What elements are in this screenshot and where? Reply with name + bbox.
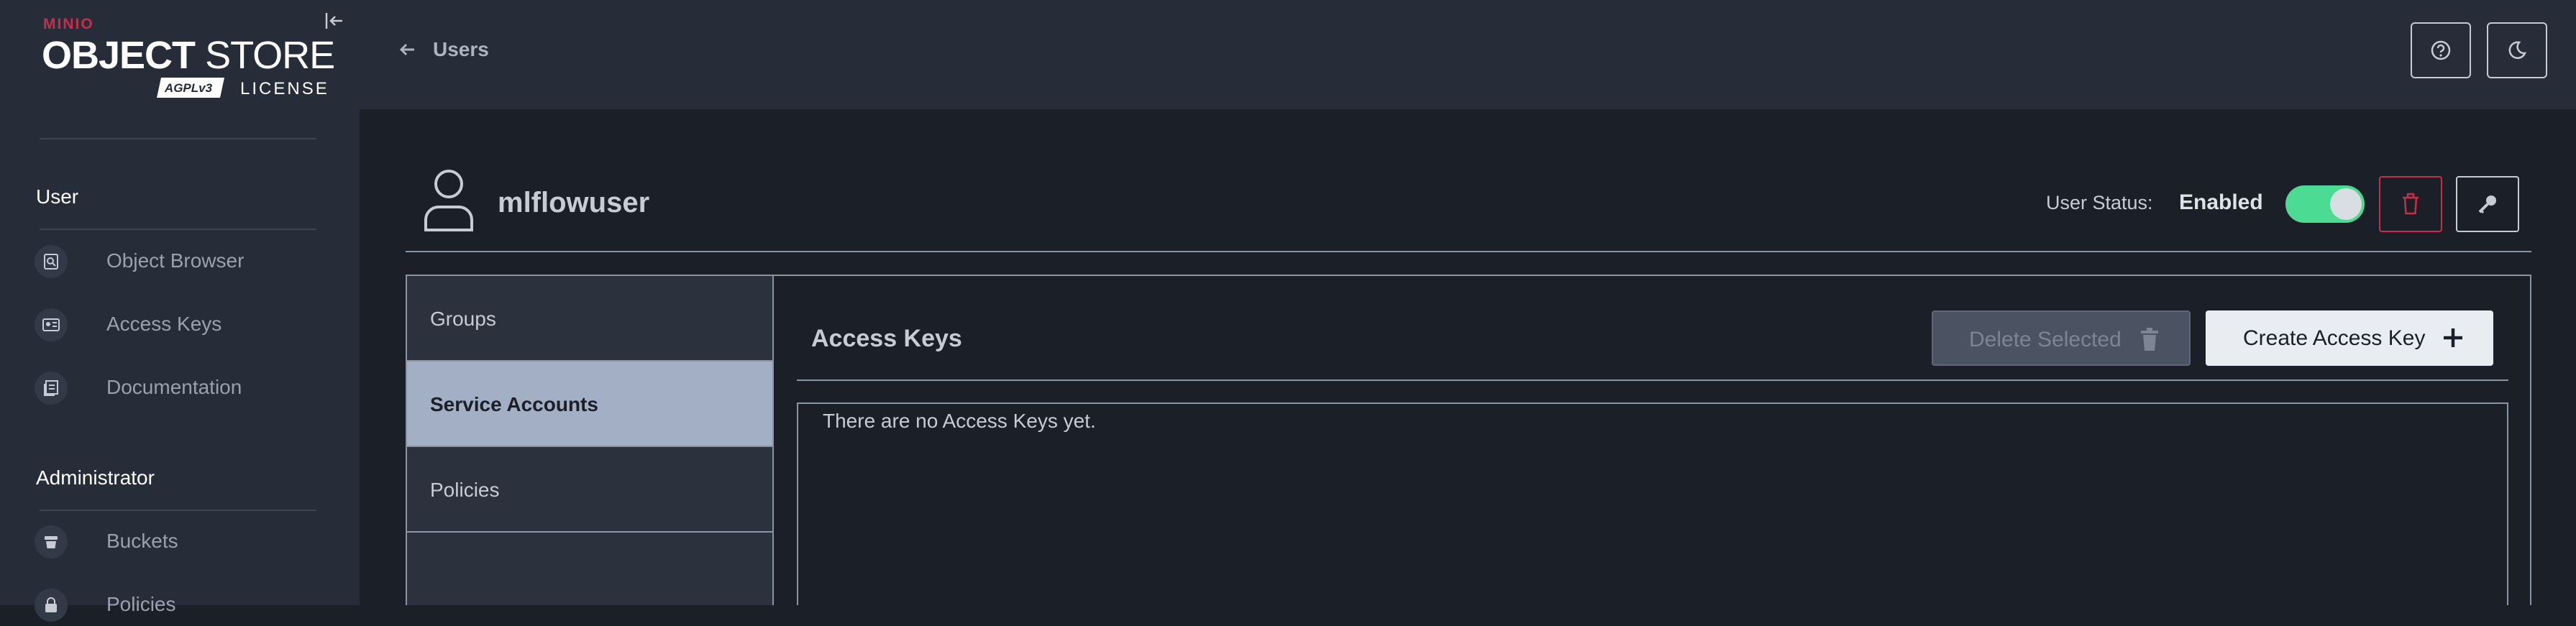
create-access-key-button[interactable]: Create Access Key xyxy=(2206,310,2493,366)
sidebar-item-buckets[interactable]: Buckets xyxy=(35,520,337,563)
tab-label: Policies xyxy=(430,479,500,501)
sidebar-item-policies[interactable]: Policies xyxy=(35,583,337,626)
user-status-value: Enabled xyxy=(2179,190,2263,214)
access-keys-icon xyxy=(35,308,68,341)
buckets-icon xyxy=(35,525,68,558)
object-browser-icon xyxy=(35,245,68,278)
trash-icon xyxy=(2141,328,2158,351)
sidebar-item-label: Documentation xyxy=(106,376,242,398)
collapse-left-icon xyxy=(325,13,342,29)
sidebar-item-label: Buckets xyxy=(106,530,178,552)
sidebar-section-user: User xyxy=(36,185,79,208)
user-name: mlflowuser xyxy=(498,187,650,218)
back-label: Users xyxy=(433,38,489,60)
product-name-bold: OBJECT xyxy=(42,34,196,77)
sidebar-divider xyxy=(40,138,316,139)
delete-selected-button[interactable]: Delete Selected xyxy=(1932,310,2191,366)
minio-logo[interactable]: MINIO OBJECT STORE AGPLv3 LICENSE xyxy=(42,14,335,101)
brand-small: MINIO xyxy=(43,16,94,32)
sidebar-item-label: Access Keys xyxy=(106,313,222,335)
trash-icon xyxy=(2403,193,2419,215)
create-access-key-label: Create Access Key xyxy=(2243,326,2426,350)
sidebar-item-documentation[interactable]: Documentation xyxy=(35,366,337,409)
user-tabs: Groups Service Accounts Policies xyxy=(406,275,774,605)
empty-state-message: There are no Access Keys yet. xyxy=(823,410,1096,432)
tab-label: Service Accounts xyxy=(430,393,598,415)
sidebar: MINIO OBJECT STORE AGPLv3 LICENSE User O… xyxy=(0,0,360,622)
sidebar-item-object-browser[interactable]: Object Browser xyxy=(35,239,337,282)
key-icon xyxy=(2478,195,2496,214)
delete-user-button[interactable] xyxy=(2379,176,2442,232)
tab-service-accounts[interactable]: Service Accounts xyxy=(407,362,772,447)
help-icon xyxy=(2431,40,2451,60)
sidebar-item-access-keys[interactable]: Access Keys xyxy=(35,303,337,346)
sidebar-section-administrator: Administrator xyxy=(36,466,155,489)
header-divider xyxy=(406,251,2531,252)
tab-label: Groups xyxy=(430,308,496,330)
theme-toggle-button[interactable] xyxy=(2487,22,2547,78)
sidebar-divider xyxy=(40,510,316,511)
product-name-light: STORE xyxy=(205,34,335,77)
sidebar-divider xyxy=(40,229,316,230)
toggle-knob xyxy=(2330,188,2362,220)
user-avatar-icon xyxy=(424,170,473,231)
dark-mode-icon xyxy=(2508,41,2527,60)
access-keys-divider xyxy=(797,379,2508,381)
collapse-sidebar-button[interactable] xyxy=(322,9,347,33)
change-password-button[interactable] xyxy=(2456,176,2519,232)
help-button[interactable] xyxy=(2411,22,2471,78)
access-keys-list: There are no Access Keys yet. xyxy=(797,402,2508,605)
delete-selected-label: Delete Selected xyxy=(1969,328,2121,351)
sidebar-item-label: Object Browser xyxy=(106,249,245,272)
sidebar-item-label: Policies xyxy=(106,593,176,615)
documentation-icon xyxy=(35,372,68,405)
tab-policies[interactable]: Policies xyxy=(407,447,772,533)
tab-groups[interactable]: Groups xyxy=(407,276,772,362)
policies-icon xyxy=(35,589,68,622)
top-bar: Users xyxy=(360,0,2576,109)
user-status-toggle[interactable] xyxy=(2285,185,2365,223)
user-status-label: User Status: xyxy=(2046,192,2153,213)
product-name: OBJECT STORE xyxy=(42,33,335,78)
agpl-badge-icon: AGPLv3 xyxy=(157,78,224,98)
plus-icon xyxy=(2444,328,2462,347)
agpl-badge-text: AGPLv3 xyxy=(164,81,213,95)
back-arrow-icon xyxy=(399,43,414,56)
access-keys-title: Access Keys xyxy=(811,325,962,352)
license-label: LICENSE xyxy=(240,79,329,98)
